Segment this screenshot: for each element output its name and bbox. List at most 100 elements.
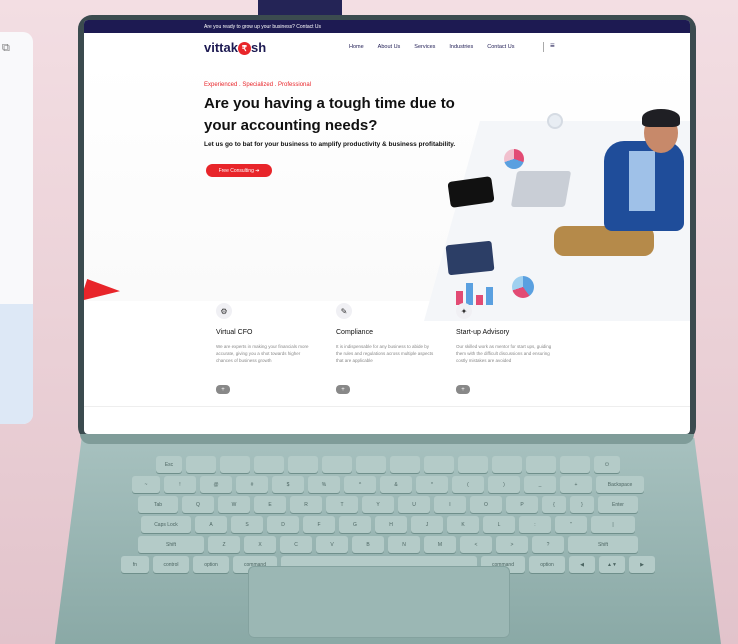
key[interactable]: & (380, 476, 412, 493)
site-logo[interactable]: vittak ₹ sh (204, 40, 266, 56)
arrow-up-down-key[interactable]: ▲▼ (599, 556, 625, 573)
key[interactable]: Esc (156, 456, 182, 473)
key[interactable] (220, 456, 250, 473)
key[interactable]: " (555, 516, 587, 533)
option-key[interactable]: option (193, 556, 229, 573)
key[interactable]: I (434, 496, 466, 513)
key[interactable]: U (398, 496, 430, 513)
service-card[interactable]: ✎ Compliance It is indispensable for any… (324, 303, 444, 413)
tab-key[interactable]: Tab (138, 496, 178, 513)
nav-industries[interactable]: Industries (449, 44, 473, 50)
key[interactable] (186, 456, 216, 473)
key[interactable]: Y (362, 496, 394, 513)
key[interactable]: Z (208, 536, 240, 553)
key[interactable] (254, 456, 284, 473)
key[interactable]: + (560, 476, 592, 493)
key[interactable]: H (375, 516, 407, 533)
pie-chart-icon (512, 276, 534, 298)
key[interactable]: ( (452, 476, 484, 493)
rocket-icon: ✦ (456, 303, 472, 319)
backspace-key[interactable]: Backspace (596, 476, 644, 493)
key[interactable]: > (496, 536, 528, 553)
key[interactable]: : (519, 516, 551, 533)
key[interactable]: G (339, 516, 371, 533)
arrow-left-key[interactable]: ◀ (569, 556, 595, 573)
key[interactable]: % (308, 476, 340, 493)
trackpad[interactable] (248, 566, 510, 638)
key[interactable]: * (416, 476, 448, 493)
key[interactable]: N (388, 536, 420, 553)
key[interactable] (560, 456, 590, 473)
person-hair (642, 109, 680, 127)
enter-key[interactable]: Enter (598, 496, 638, 513)
hero-tagline: Experienced . Specialized . Professional (204, 82, 312, 88)
hamburger-icon[interactable]: ≡ (550, 41, 555, 50)
key[interactable]: # (236, 476, 268, 493)
key[interactable]: | (591, 516, 635, 533)
key[interactable]: D (267, 516, 299, 533)
key[interactable]: X (244, 536, 276, 553)
service-more-button[interactable]: + (216, 385, 230, 394)
key[interactable]: { (542, 496, 566, 513)
free-consulting-button[interactable]: Free Consulting ➔ (206, 164, 272, 177)
key[interactable]: O (470, 496, 502, 513)
key[interactable]: < (460, 536, 492, 553)
key[interactable]: Q (182, 496, 214, 513)
fn-key[interactable]: fn (121, 556, 149, 573)
key[interactable]: ? (532, 536, 564, 553)
key[interactable]: T (326, 496, 358, 513)
caps-lock-key[interactable]: Caps Lock (141, 516, 191, 533)
pie-chart-icon (504, 149, 524, 169)
key[interactable]: K (447, 516, 479, 533)
logo-text-left: vittak (204, 40, 238, 55)
announcement-bar[interactable]: Are you ready to grow up your business? … (84, 20, 690, 33)
key[interactable] (288, 456, 318, 473)
key[interactable]: $ (272, 476, 304, 493)
key[interactable] (424, 456, 454, 473)
key[interactable]: ) (488, 476, 520, 493)
control-key[interactable]: control (153, 556, 189, 573)
key[interactable] (390, 456, 420, 473)
key[interactable]: J (411, 516, 443, 533)
copy-icon[interactable]: ⧉ (2, 42, 10, 55)
key[interactable]: C (280, 536, 312, 553)
option-key[interactable]: option (529, 556, 565, 573)
key[interactable]: L (483, 516, 515, 533)
key[interactable]: P (506, 496, 538, 513)
service-more-button[interactable]: + (336, 385, 350, 394)
key[interactable]: ^ (344, 476, 376, 493)
key[interactable]: S (231, 516, 263, 533)
arrow-right-key[interactable]: ▶ (629, 556, 655, 573)
shift-left-key[interactable]: Shift (138, 536, 204, 553)
key[interactable]: M (424, 536, 456, 553)
key[interactable]: V (316, 536, 348, 553)
key[interactable]: @ (200, 476, 232, 493)
decorative-red-shape (84, 279, 120, 301)
key[interactable] (526, 456, 556, 473)
key[interactable] (492, 456, 522, 473)
nav-contact-us[interactable]: Contact Us (487, 44, 514, 50)
power-key[interactable]: ⏻ (594, 456, 620, 473)
key[interactable]: _ (524, 476, 556, 493)
service-more-button[interactable]: + (456, 385, 470, 394)
key[interactable] (356, 456, 386, 473)
service-card[interactable]: ⚙ Virtual CFO We are experts in making y… (204, 303, 324, 413)
nav-home[interactable]: Home (349, 44, 364, 50)
key[interactable]: E (254, 496, 286, 513)
key[interactable]: W (218, 496, 250, 513)
key[interactable]: ! (164, 476, 196, 493)
shift-right-key[interactable]: Shift (568, 536, 638, 553)
key[interactable] (458, 456, 488, 473)
compliance-icon: ✎ (336, 303, 352, 319)
key[interactable]: } (570, 496, 594, 513)
service-card[interactable]: ✦ Start-up Advisory Our skilled work as … (444, 303, 564, 413)
key[interactable]: R (290, 496, 322, 513)
key[interactable] (322, 456, 352, 473)
key[interactable]: ~ (132, 476, 160, 493)
nav-links: Home About Us Services Industries Contac… (349, 44, 514, 50)
nav-about-us[interactable]: About Us (378, 44, 401, 50)
nav-services[interactable]: Services (414, 44, 435, 50)
key[interactable]: A (195, 516, 227, 533)
key[interactable]: F (303, 516, 335, 533)
key[interactable]: B (352, 536, 384, 553)
